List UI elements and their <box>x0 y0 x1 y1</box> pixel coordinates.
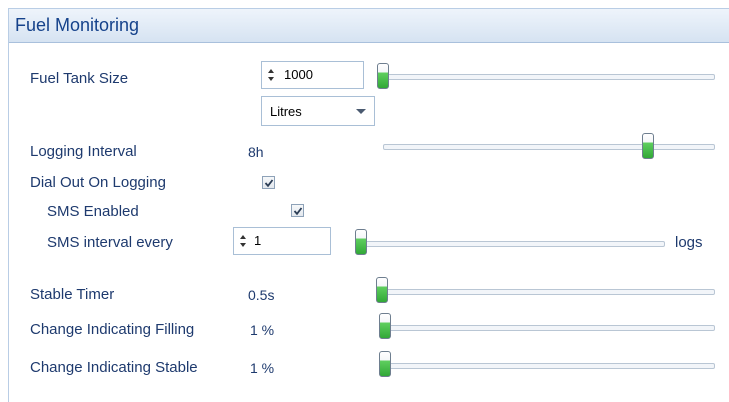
change-stable-slider-thumb[interactable] <box>379 351 391 377</box>
logging-interval-value: 8h <box>248 144 264 160</box>
change-stable-label: Change Indicating Stable <box>30 359 198 376</box>
fuel-unit-selected: Litres <box>270 104 302 119</box>
stable-timer-label: Stable Timer <box>30 286 115 303</box>
fuel-tank-size-label: Fuel Tank Size <box>30 70 129 87</box>
sms-interval-spinner[interactable]: 1 <box>233 227 331 255</box>
change-stable-value: 1 % <box>250 360 275 376</box>
logging-interval-label: Logging Interval <box>30 143 137 160</box>
checkmark-icon <box>264 179 274 188</box>
sms-enabled-checkbox[interactable] <box>291 204 304 217</box>
dropdown-arrow-icon[interactable] <box>356 109 366 114</box>
fuel-tank-size-value: 1000 <box>284 67 313 82</box>
stable-timer-slider-track[interactable] <box>378 289 715 295</box>
dial-out-checkbox[interactable] <box>262 176 275 189</box>
sms-interval-slider-track[interactable] <box>355 241 665 247</box>
fuel-monitoring-panel: Fuel Monitoring Fuel Tank Size 1000 Litr… <box>8 8 729 402</box>
panel-title: Fuel Monitoring <box>15 15 140 35</box>
sms-interval-suffix: logs <box>675 234 703 251</box>
fuel-unit-dropdown[interactable]: Litres <box>261 96 375 126</box>
sms-enabled-label: SMS Enabled <box>47 203 139 220</box>
change-filling-label: Change Indicating Filling <box>30 321 195 338</box>
logging-interval-slider-thumb[interactable] <box>642 133 654 159</box>
change-stable-slider-track[interactable] <box>380 363 715 369</box>
logging-interval-slider-track[interactable] <box>383 144 715 150</box>
dial-out-label: Dial Out On Logging <box>30 174 166 191</box>
fuel-tank-size-slider-thumb[interactable] <box>377 63 389 89</box>
spin-arrows-icon[interactable] <box>267 67 275 83</box>
fuel-tank-size-spinner[interactable]: 1000 <box>261 61 364 89</box>
stable-timer-slider-thumb[interactable] <box>376 277 388 303</box>
panel-header: Fuel Monitoring <box>9 9 729 43</box>
sms-interval-value: 1 <box>254 233 262 248</box>
change-filling-slider-track[interactable] <box>380 325 715 331</box>
checkmark-icon <box>293 207 303 216</box>
change-filling-value: 1 % <box>250 322 275 338</box>
stable-timer-value: 0.5s <box>248 287 275 303</box>
fuel-tank-size-slider-track[interactable] <box>383 74 715 80</box>
sms-interval-slider-thumb[interactable] <box>355 229 367 255</box>
sms-interval-label: SMS interval every <box>47 234 173 251</box>
change-filling-slider-thumb[interactable] <box>379 313 391 339</box>
spin-arrows-icon[interactable] <box>239 233 247 249</box>
